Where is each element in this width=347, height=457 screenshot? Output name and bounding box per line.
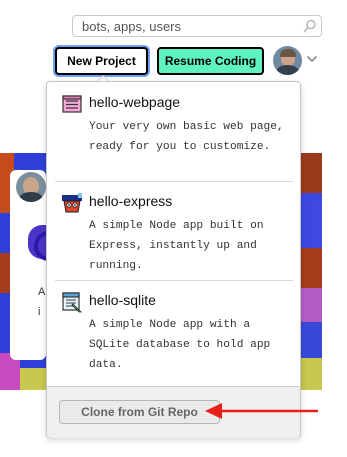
menu-item-title: hello-sqlite bbox=[89, 292, 156, 308]
user-avatar[interactable] bbox=[273, 46, 302, 75]
background-text-line-1: A bbox=[38, 286, 46, 298]
sqlite-icon bbox=[62, 292, 82, 313]
menu-item-hello-sqlite[interactable]: hello-sqlite A simple Node app with a SQ… bbox=[47, 280, 300, 384]
new-project-dropdown: hello-webpage Your very own basic web pa… bbox=[46, 81, 301, 438]
background-text-fragment: A i bbox=[38, 282, 45, 322]
search-input[interactable] bbox=[72, 15, 322, 37]
menu-item-title: hello-webpage bbox=[89, 94, 181, 110]
menu-item-hello-webpage[interactable]: hello-webpage Your very own basic web pa… bbox=[47, 82, 300, 181]
express-icon bbox=[62, 193, 82, 213]
webpage-icon bbox=[62, 95, 82, 113]
menu-item-description: Your very own basic web page, ready for … bbox=[89, 121, 284, 153]
search-icon[interactable] bbox=[303, 19, 317, 33]
background-avatar bbox=[16, 172, 46, 202]
menu-item-hello-express[interactable]: hello-express A simple Node app built on… bbox=[47, 181, 300, 280]
chevron-down-icon[interactable] bbox=[306, 55, 318, 63]
new-project-button[interactable]: New Project bbox=[55, 47, 148, 75]
menu-item-description: A simple Node app built on Express, inst… bbox=[89, 220, 264, 272]
background-text-line-2: i bbox=[38, 306, 41, 318]
clone-from-git-repo-button[interactable]: Clone from Git Repo bbox=[59, 400, 220, 424]
menu-item-description: A simple Node app with a SQLite database… bbox=[89, 319, 271, 371]
resume-coding-button[interactable]: Resume Coding bbox=[157, 47, 264, 75]
red-arrow-left-icon bbox=[205, 403, 318, 419]
menu-item-title: hello-express bbox=[89, 193, 173, 209]
